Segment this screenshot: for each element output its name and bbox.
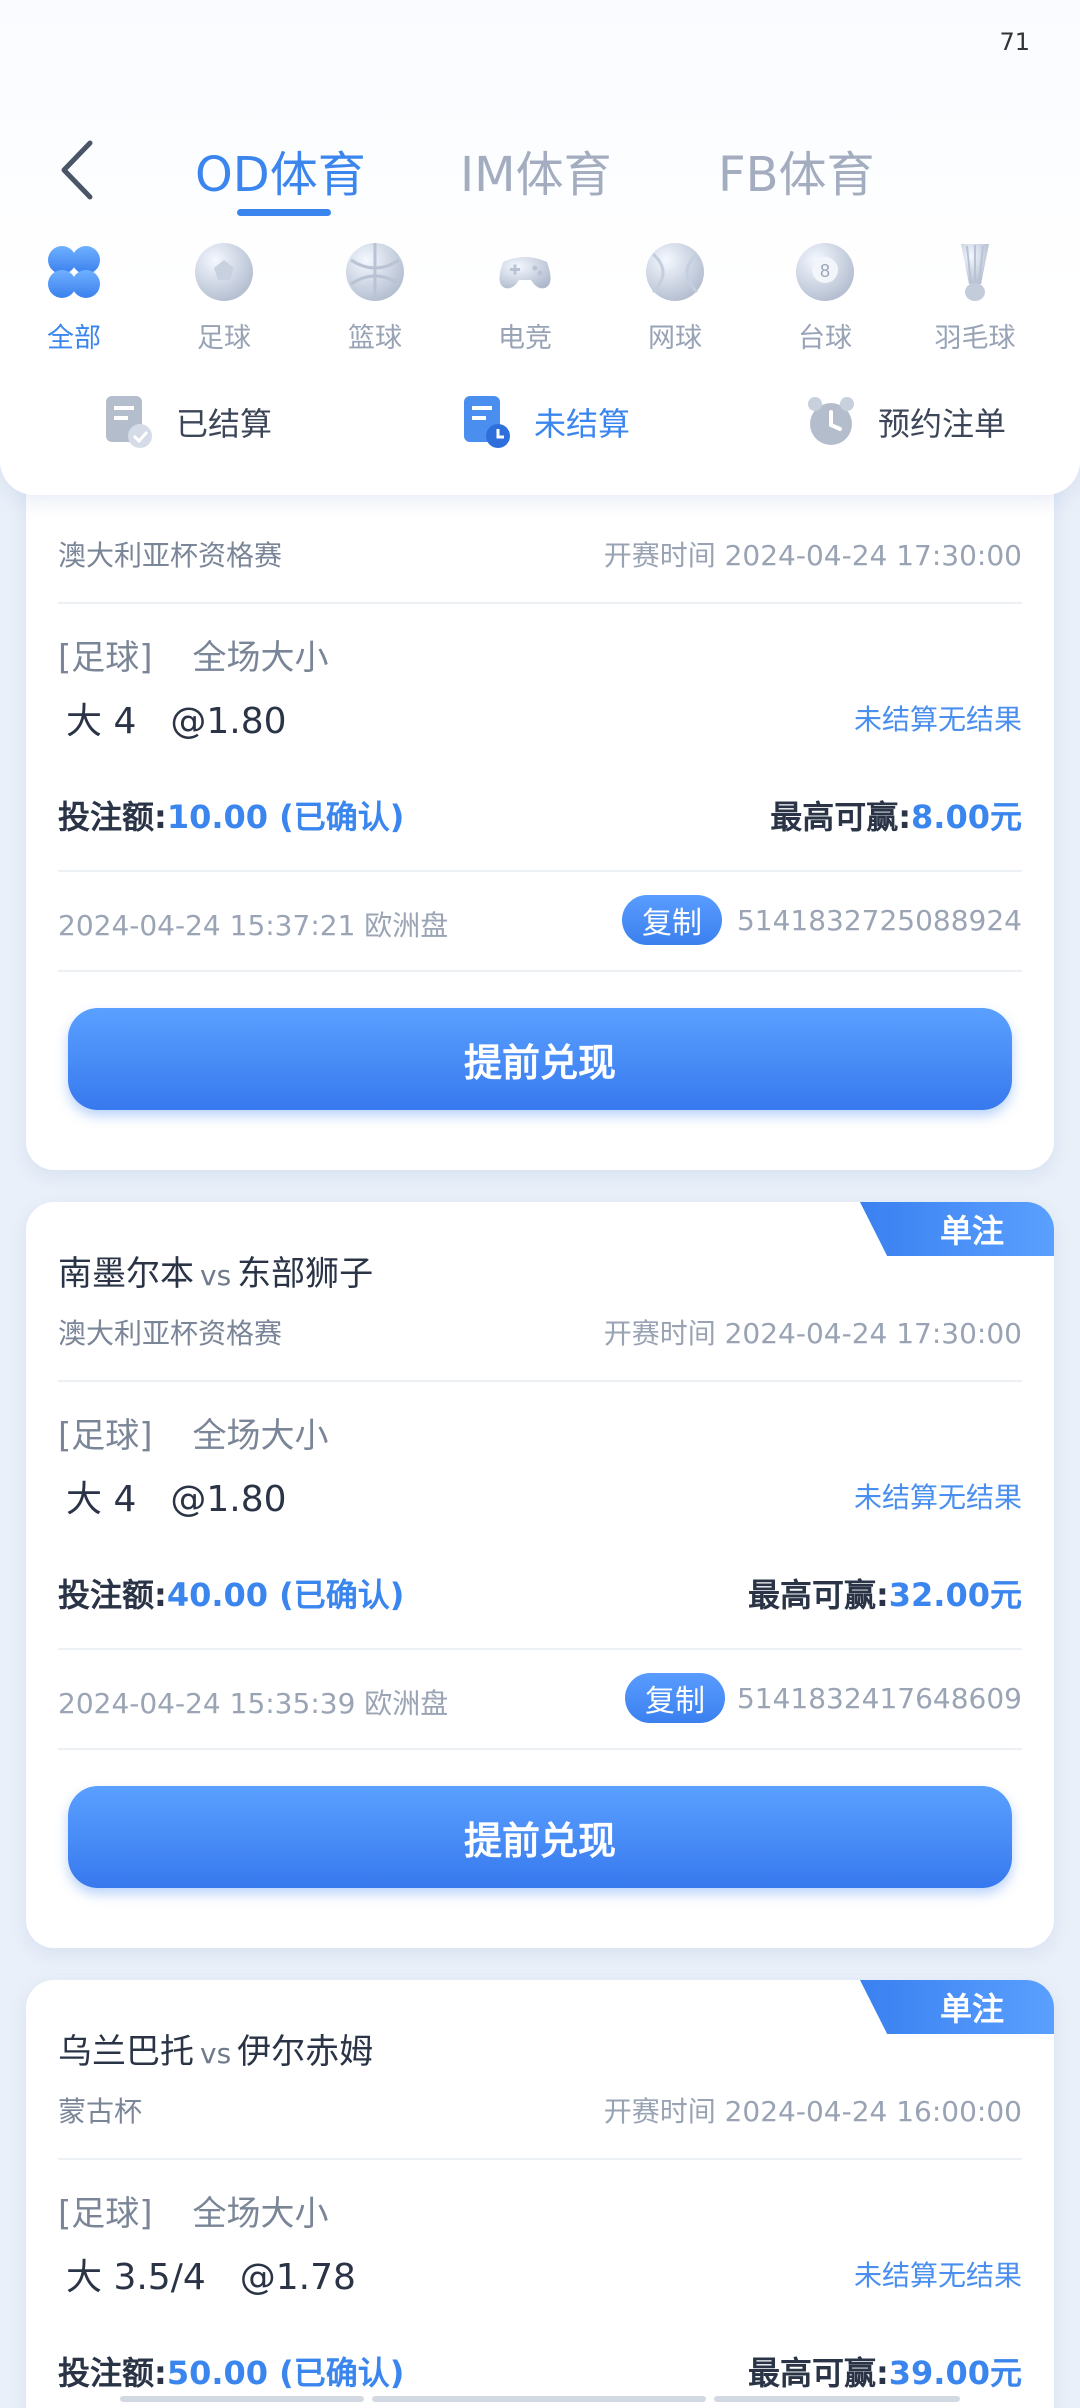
all-icon bbox=[48, 246, 100, 298]
bet-time-and-market-type: 2024-04-24 15:35:39 欧洲盘 bbox=[58, 1687, 449, 1720]
bet-card: 澳大利亚杯资格赛 开赛时间 2024-04-24 17:30:00 [足球] 全场… bbox=[26, 470, 1054, 1170]
sport-label: 羽毛球 bbox=[934, 323, 1016, 354]
tab-od-sports[interactable]: OD体育 bbox=[195, 135, 366, 216]
filter-label: 未结算 bbox=[534, 405, 631, 443]
stake-amount: 投注额:10.00 (已确认) bbox=[58, 798, 405, 836]
filter-settled[interactable]: 已结算 bbox=[104, 392, 272, 452]
sport-tennis[interactable]: 网球 bbox=[615, 240, 735, 355]
tab-label: FB体育 bbox=[718, 147, 875, 203]
sport-label: 台球 bbox=[798, 323, 852, 354]
tab-active-indicator bbox=[237, 209, 331, 216]
copy-button[interactable]: 复制 bbox=[622, 895, 722, 945]
bet-card: 单注 南墨尔本 vs 东部狮子 澳大利亚杯资格赛 开赛时间 2024-04-24 1… bbox=[26, 1202, 1054, 1948]
bet-selection: 大 4 @1.80 bbox=[66, 1479, 287, 1520]
settlement-status: 未结算无结果 bbox=[853, 703, 1022, 736]
match-start-time: 开赛时间 2024-04-24 17:30:00 bbox=[603, 1317, 1022, 1350]
max-win-amount: 最高可赢:39.00元 bbox=[747, 2354, 1022, 2392]
scroll-indicator bbox=[120, 2396, 364, 2402]
billiards-icon: 8 bbox=[796, 243, 854, 301]
sport-label: 网球 bbox=[648, 323, 702, 354]
market-line: [足球] 全场大小 bbox=[58, 638, 329, 678]
league-name: 澳大利亚杯资格赛 bbox=[58, 539, 283, 572]
filter-label: 已结算 bbox=[176, 405, 273, 443]
bet-selection: 大 4 @1.80 bbox=[66, 701, 287, 742]
gamepad-icon bbox=[499, 257, 551, 289]
filter-label: 预约注单 bbox=[878, 405, 1007, 443]
provider-tabs: OD体育 IM体育 FB体育 bbox=[0, 135, 1080, 225]
match-start-time: 开赛时间 2024-04-24 17:30:00 bbox=[603, 539, 1022, 572]
single-bet-badge: 单注 bbox=[860, 1980, 1054, 2034]
basketball-icon bbox=[346, 243, 404, 301]
sport-all[interactable]: 全部 bbox=[14, 240, 134, 355]
divider bbox=[58, 602, 1022, 604]
cash-out-button[interactable]: 提前兑现 bbox=[68, 1786, 1012, 1888]
sport-esports[interactable]: 电竞 bbox=[465, 240, 585, 355]
divider bbox=[58, 2158, 1022, 2160]
league-name: 蒙古杯 bbox=[58, 2095, 143, 2128]
scroll-indicator bbox=[714, 2396, 960, 2402]
settlement-status: 未结算无结果 bbox=[853, 2259, 1022, 2292]
sport-badminton[interactable]: 羽毛球 bbox=[915, 240, 1035, 355]
max-win-amount: 最高可赢:32.00元 bbox=[747, 1576, 1022, 1614]
tab-im-sports[interactable]: IM体育 bbox=[460, 135, 612, 205]
sport-filter-row: 全部 足球 篮球 电竞 网球 8 台球 羽毛球 bbox=[0, 240, 1080, 355]
divider bbox=[58, 1380, 1022, 1382]
market-line: [足球] 全场大小 bbox=[58, 2194, 329, 2234]
sport-label: 电竞 bbox=[498, 323, 552, 354]
bet-selection: 大 3.5/4 @1.78 bbox=[66, 2257, 356, 2298]
football-icon bbox=[195, 243, 253, 301]
single-bet-badge: 单注 bbox=[860, 1202, 1054, 1256]
sport-football[interactable]: 足球 bbox=[164, 240, 284, 355]
tab-label: OD体育 bbox=[195, 147, 366, 203]
copy-button[interactable]: 复制 bbox=[625, 1673, 725, 1723]
divider bbox=[58, 970, 1022, 972]
match-start-time: 开赛时间 2024-04-24 16:00:00 bbox=[603, 2095, 1022, 2128]
settled-icon bbox=[106, 396, 152, 448]
league-name: 澳大利亚杯资格赛 bbox=[58, 1317, 283, 1350]
filter-unsettled[interactable]: 未结算 bbox=[462, 392, 630, 452]
sport-label: 篮球 bbox=[348, 323, 402, 354]
match-title: 乌兰巴托 vs 伊尔赤姆 bbox=[58, 2032, 374, 2072]
bet-card: 单注 乌兰巴托 vs 伊尔赤姆 蒙古杯 开赛时间 2024-04-24 16:00:… bbox=[26, 1980, 1054, 2408]
stake-amount: 投注额:40.00 (已确认) bbox=[58, 1576, 405, 1614]
max-win-amount: 最高可赢:8.00元 bbox=[770, 798, 1022, 836]
sport-label: 全部 bbox=[47, 323, 101, 354]
divider bbox=[58, 1748, 1022, 1750]
alarm-clock-icon bbox=[808, 397, 854, 445]
match-title: 南墨尔本 vs 东部狮子 bbox=[58, 1254, 374, 1294]
divider bbox=[58, 870, 1022, 872]
sport-label: 足球 bbox=[197, 323, 251, 354]
bet-time-and-market-type: 2024-04-24 15:37:21 欧洲盘 bbox=[58, 909, 449, 942]
settlement-status: 未结算无结果 bbox=[853, 1481, 1022, 1514]
top-header: 71 OD体育 IM体育 FB体育 全部 足球 篮球 电竞 网球 8 台球 羽毛… bbox=[0, 0, 1080, 495]
order-number: 5141832725088924 bbox=[736, 904, 1022, 937]
tab-fb-sports[interactable]: FB体育 bbox=[718, 135, 875, 205]
sport-basketball[interactable]: 篮球 bbox=[315, 240, 435, 355]
shuttlecock-icon bbox=[961, 244, 989, 301]
settlement-filter-row: 已结算 未结算 预约注单 bbox=[0, 392, 1080, 452]
stake-amount: 投注额:50.00 (已确认) bbox=[58, 2354, 405, 2392]
tennis-icon bbox=[646, 243, 704, 301]
filter-reserved-bets[interactable]: 预约注单 bbox=[806, 392, 1006, 452]
sport-billiards[interactable]: 8 台球 bbox=[765, 240, 885, 355]
svg-text:8: 8 bbox=[820, 261, 830, 281]
status-bar-number: 71 bbox=[999, 28, 1030, 56]
unsettled-icon bbox=[464, 396, 510, 448]
scroll-indicator bbox=[372, 2396, 706, 2402]
order-number: 5141832417648609 bbox=[736, 1682, 1022, 1715]
tab-label: IM体育 bbox=[460, 147, 612, 203]
divider bbox=[58, 1648, 1022, 1650]
cash-out-button[interactable]: 提前兑现 bbox=[68, 1008, 1012, 1110]
market-line: [足球] 全场大小 bbox=[58, 1416, 329, 1456]
